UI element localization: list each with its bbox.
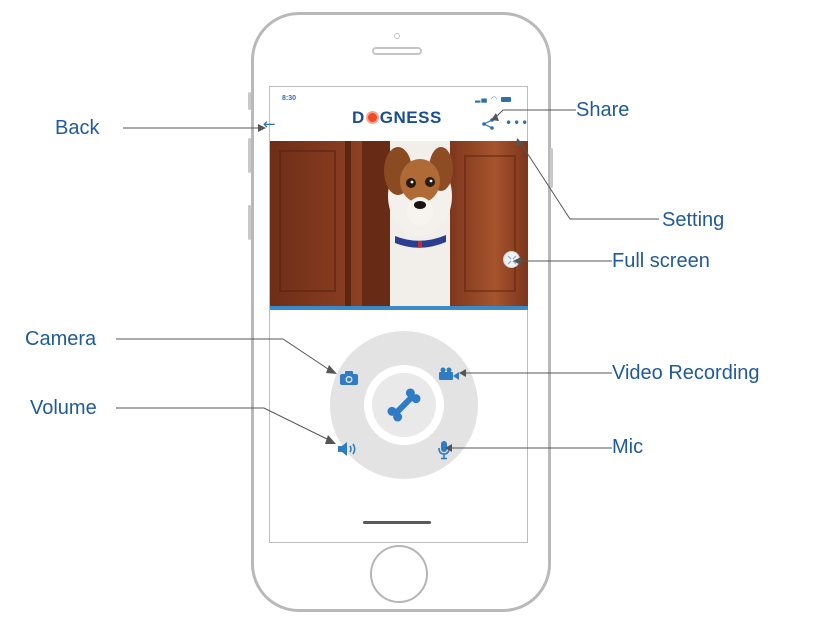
label-share: Share xyxy=(576,99,630,121)
label-video-recording: Video Recording xyxy=(612,362,760,384)
label-camera: Camera xyxy=(25,328,97,350)
label-full-screen: Full screen xyxy=(612,250,710,272)
callout-lines xyxy=(116,109,659,452)
label-setting: Setting xyxy=(662,209,725,231)
label-mic: Mic xyxy=(612,436,644,458)
label-back: Back xyxy=(55,117,100,139)
label-volume: Volume xyxy=(30,397,97,419)
